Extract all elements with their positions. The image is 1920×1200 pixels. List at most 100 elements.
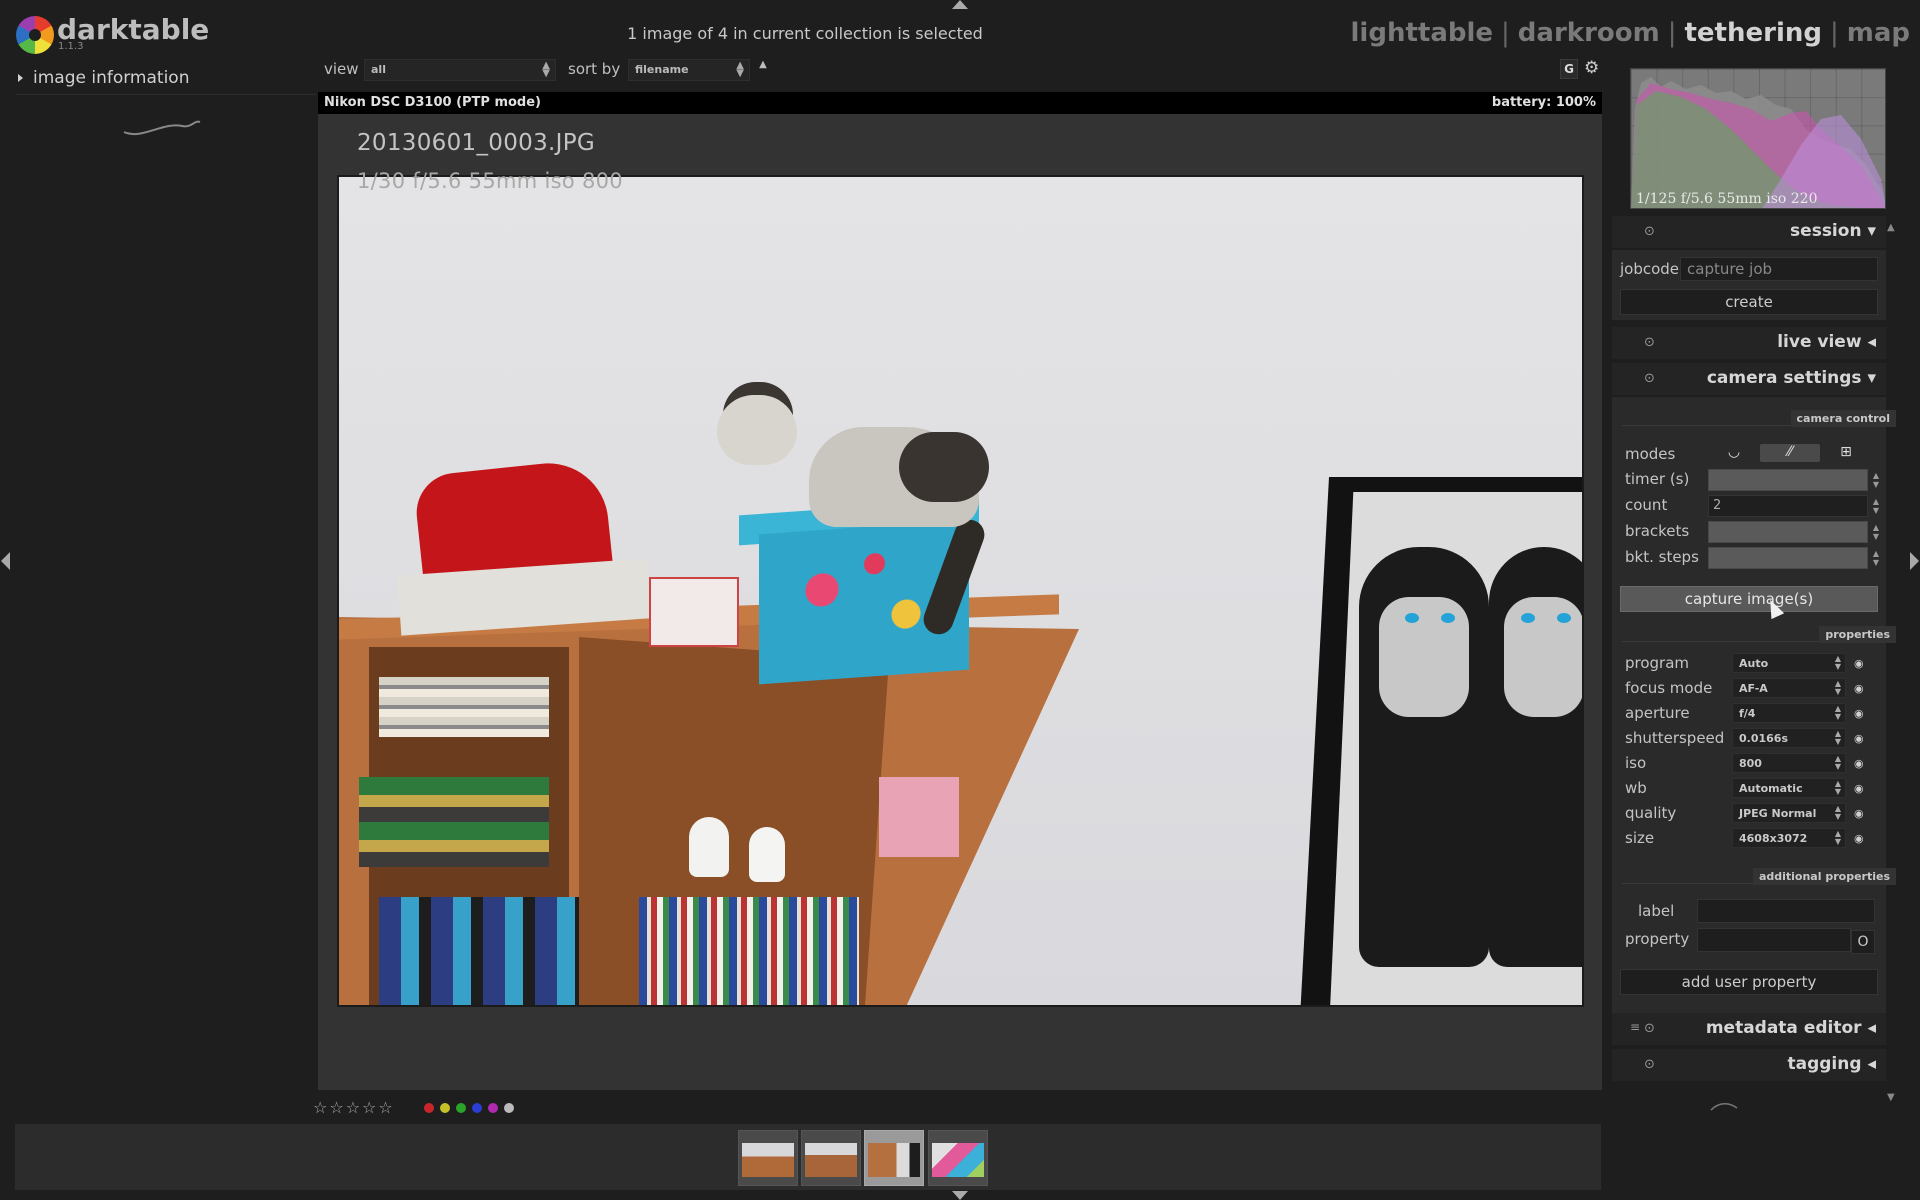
wb-select[interactable]: Automatic ▲ ▼ [1732, 778, 1846, 798]
color-label-green[interactable] [456, 1103, 466, 1113]
eye-icon[interactable]: ◉ [1854, 657, 1864, 670]
program-select[interactable]: Auto ▲ ▼ [1732, 653, 1846, 673]
darktable-logo-icon [16, 16, 54, 54]
module-reset-icon[interactable]: ⊙ [1644, 371, 1655, 386]
panel-end-squiggle-icon [123, 120, 201, 136]
filmstrip-thumbnail[interactable] [928, 1130, 988, 1186]
view-darkroom[interactable]: darkroom [1518, 18, 1660, 48]
label-label: label [1638, 902, 1675, 920]
eye-icon[interactable]: ◉ [1854, 732, 1864, 745]
brackets-slider[interactable]: ▲ ▼ [1708, 521, 1879, 543]
property-label-focus-mode: focus mode [1625, 679, 1713, 697]
capture-images-button[interactable]: capture image(s) [1620, 586, 1878, 612]
filmstrip-thumbnail-selected[interactable] [864, 1130, 924, 1186]
histogram-curves [1631, 77, 1885, 208]
property-label-wb: wb [1625, 779, 1647, 797]
scroll-up-icon[interactable]: ▲ [1887, 222, 1895, 233]
battery-status: battery: 100% [1491, 95, 1596, 110]
session-title: session ▾ [1790, 221, 1876, 241]
module-reset-icon[interactable]: ⊙ [1644, 1057, 1655, 1072]
darktable-window: darktable 1.1.3 1 image of 4 in current … [0, 0, 1920, 1200]
jobcode-label: jobcode [1620, 260, 1680, 278]
view-lighttable[interactable]: lighttable [1351, 18, 1494, 48]
captured-image-preview[interactable] [337, 175, 1584, 1007]
property-label-quality: quality [1625, 804, 1677, 822]
eye-icon[interactable]: ◉ [1854, 682, 1864, 695]
color-label-purple[interactable] [488, 1103, 498, 1113]
sort-by-select[interactable]: filename ▲ ▼ [628, 59, 750, 81]
aperture-select[interactable]: f/4 ▲ ▼ [1732, 703, 1846, 723]
property-input[interactable] [1697, 928, 1851, 952]
iso-select[interactable]: 800 ▲ ▼ [1732, 753, 1846, 773]
scroll-down-icon[interactable]: ▼ [1887, 1092, 1895, 1103]
filmstrip-thumbnail[interactable] [738, 1130, 798, 1186]
eye-icon[interactable]: ◉ [1854, 782, 1864, 795]
camera-settings-title: camera settings ▾ [1706, 368, 1876, 388]
eye-icon[interactable]: ◉ [1854, 757, 1864, 770]
presets-menu-icon[interactable]: ≡ [1630, 1020, 1640, 1034]
view-filter-select[interactable]: all ▲ ▼ [364, 59, 556, 81]
sort-direction-toggle[interactable]: ▲ [754, 59, 772, 81]
view-tethering[interactable]: tethering [1684, 18, 1822, 48]
eye-icon[interactable]: ◉ [1854, 832, 1864, 845]
shutterspeed-select[interactable]: 0.0166s ▲ ▼ [1732, 728, 1846, 748]
timer-icon[interactable]: ◡ [1704, 444, 1764, 462]
module-reset-icon[interactable]: ⊙ [1644, 335, 1655, 350]
label-input[interactable] [1697, 899, 1875, 923]
camera-control-header: camera control [1790, 410, 1896, 427]
color-label-yellow[interactable] [440, 1103, 450, 1113]
select-updown-icon: ▲ ▼ [736, 60, 744, 79]
bkt-steps-slider[interactable]: ▲ ▼ [1708, 547, 1879, 569]
bracket-icon[interactable]: ⁄⁄ [1760, 444, 1820, 462]
additional-properties-header: additional properties [1752, 868, 1896, 885]
quality-select[interactable]: JPEG Normal ▲ ▼ [1732, 803, 1846, 823]
brackets-label: brackets [1625, 522, 1690, 540]
filmstrip-thumbnail[interactable] [801, 1130, 861, 1186]
view-switcher: lighttable | darkroom | tethering | map [1350, 18, 1910, 48]
toggle-left-panel-arrow[interactable] [1, 552, 10, 570]
toggle-top-panel-arrow[interactable] [952, 0, 968, 9]
image-information-title: image information [33, 68, 190, 88]
modes-label: modes [1625, 445, 1676, 463]
count-value: 2 [1713, 498, 1722, 513]
focus-mode-select[interactable]: AF-A ▲ ▼ [1732, 678, 1846, 698]
histogram-exif: 1/125 f/5.6 55mm iso 220 [1636, 191, 1818, 207]
gear-icon[interactable]: ⚙ [1584, 58, 1599, 78]
right-panel-scrollbar[interactable]: ▲ ▼ [1886, 222, 1898, 1103]
histogram[interactable] [1630, 68, 1886, 209]
star-rating[interactable]: ☆☆☆☆☆ [313, 1098, 395, 1117]
add-user-property-button[interactable]: add user property [1620, 969, 1878, 995]
module-reset-icon[interactable]: ⊙ [1644, 1021, 1655, 1036]
color-label-clear[interactable] [504, 1103, 514, 1113]
timer-slider[interactable]: ▲ ▼ [1708, 469, 1879, 491]
color-label-blue[interactable] [472, 1103, 482, 1113]
metadata-editor-title: metadata editor ◂ [1705, 1018, 1876, 1038]
property-apply-button[interactable]: O [1851, 930, 1875, 954]
tagging-module-header[interactable]: ⊙ tagging ◂ [1612, 1049, 1886, 1081]
metadata-editor-module-header[interactable]: ≡ ⊙ metadata editor ◂ [1612, 1013, 1886, 1045]
module-reset-icon[interactable]: ⊙ [1644, 224, 1655, 239]
app-version: 1.1.3 [58, 41, 84, 52]
sequence-icon[interactable]: ⊞ [1816, 444, 1876, 462]
center-toolbar: view all ▲ ▼ sort by filename ▲ ▼ ▲ G ⚙ [318, 56, 1602, 84]
color-label-red[interactable] [424, 1103, 434, 1113]
create-button[interactable]: create [1620, 289, 1878, 315]
toggle-bottom-panel-arrow[interactable] [952, 1191, 968, 1200]
jobcode-input[interactable]: capture job [1680, 257, 1878, 281]
size-select[interactable]: 4608x3072 ▲ ▼ [1732, 828, 1846, 848]
count-label: count [1625, 496, 1668, 514]
camera-settings-module-header[interactable]: ⊙ camera settings ▾ [1612, 363, 1886, 395]
image-information-module-header[interactable]: image information [18, 68, 189, 88]
live-view-module-header[interactable]: ⊙ live view ◂ [1612, 327, 1886, 359]
session-module-header[interactable]: ⊙ session ▾ [1612, 216, 1886, 248]
toggle-right-panel-arrow[interactable] [1910, 552, 1919, 570]
collection-status: 1 image of 4 in current collection is se… [627, 24, 983, 43]
grouping-button[interactable]: G [1560, 59, 1578, 79]
eye-icon[interactable]: ◉ [1854, 807, 1864, 820]
eye-icon[interactable]: ◉ [1854, 707, 1864, 720]
left-panel-divider [16, 94, 316, 95]
sort-by-value: filename [635, 63, 689, 76]
count-spinner[interactable]: 2 ▲ ▼ [1708, 495, 1879, 517]
property-label-program: program [1625, 654, 1690, 672]
view-map[interactable]: map [1847, 18, 1910, 48]
